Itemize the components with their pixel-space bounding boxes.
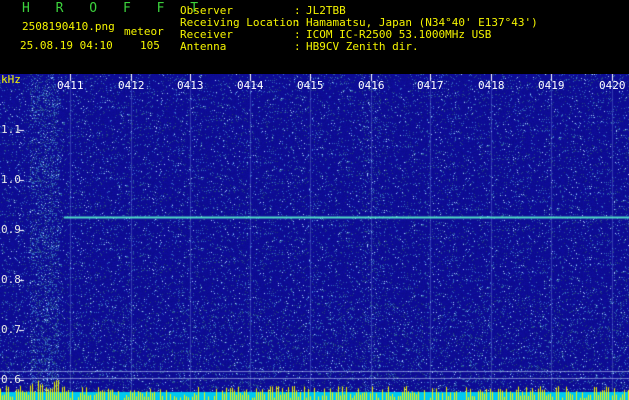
freq-tick-label: 0.9: [1, 223, 21, 236]
antenna-label: Antenna: [180, 40, 227, 53]
time-tick-label: 0413: [177, 79, 204, 92]
axis-unit-label: kHz: [1, 73, 21, 86]
header-panel: H R O F F T 2508190410.png 25.08.19 04:1…: [0, 0, 629, 74]
time-tick-label: 0411: [57, 79, 84, 92]
time-tick-label: 0415: [297, 79, 324, 92]
time-tick-label: 0416: [358, 79, 385, 92]
time-tick-label: 0419: [538, 79, 565, 92]
freq-tick-label: 1.1: [1, 123, 21, 136]
capture-datetime: 25.08.19 04:10: [20, 39, 113, 52]
event-count: 105: [140, 39, 160, 52]
time-tick-label: 0417: [417, 79, 444, 92]
mode-label: meteor: [124, 25, 164, 38]
spectrogram-canvas: [0, 74, 629, 400]
time-tick-label: 0420: [599, 79, 626, 92]
time-tick-label: 0418: [478, 79, 505, 92]
freq-tick-label: 0.6: [1, 373, 21, 386]
antenna-value: HB9CV Zenith dir.: [306, 40, 419, 53]
freq-tick-label: 1.0: [1, 173, 21, 186]
time-tick-label: 0414: [237, 79, 264, 92]
freq-tick-label: 0.7: [1, 323, 21, 336]
freq-tick-label: 0.8: [1, 273, 21, 286]
colon-separator: :: [294, 40, 301, 53]
image-filename: 2508190410.png: [22, 20, 115, 33]
time-tick-label: 0412: [118, 79, 145, 92]
